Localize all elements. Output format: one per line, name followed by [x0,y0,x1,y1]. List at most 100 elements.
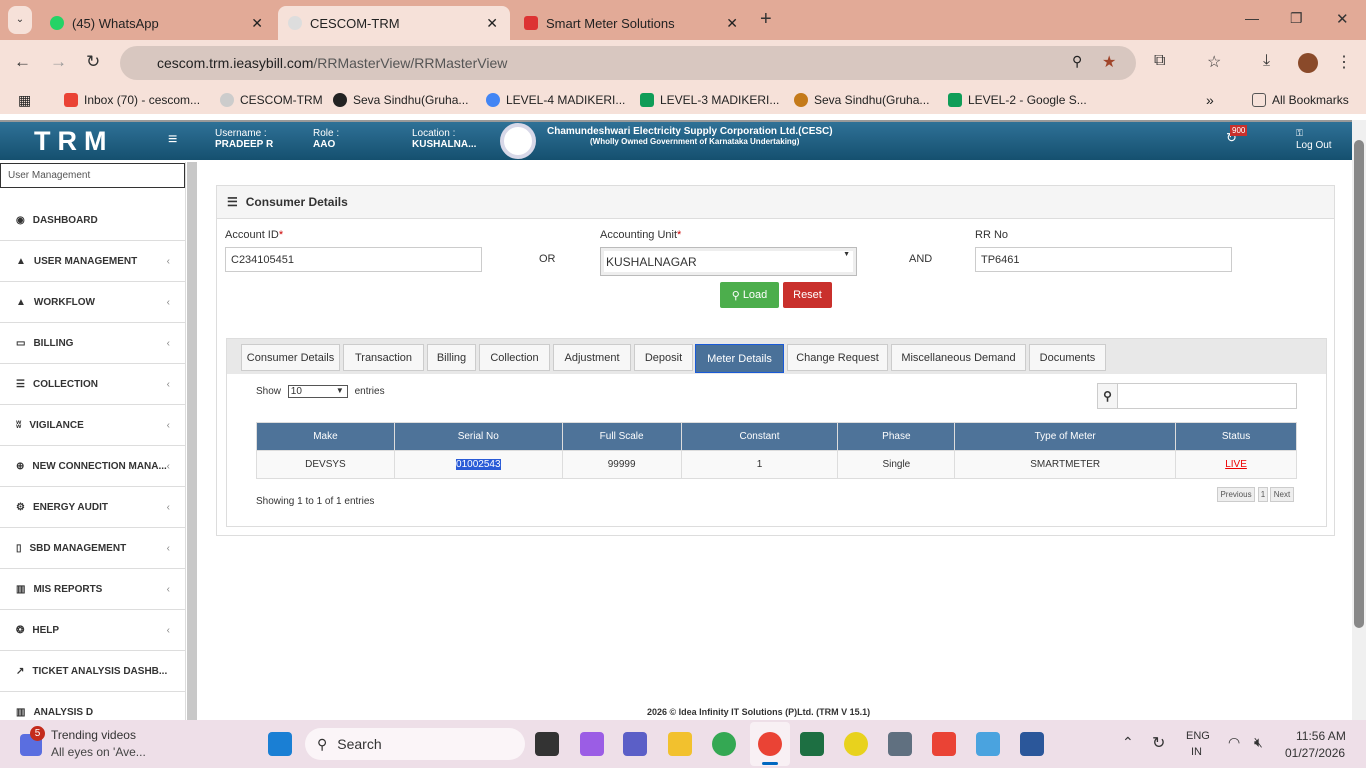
scrollbar-thumb[interactable] [1354,140,1364,628]
rr-no-input[interactable]: TP6461 [975,247,1232,272]
sidebar-item-energy-audit[interactable]: ⚙ ENERGY AUDIT ‹ [0,487,186,528]
status-link[interactable]: LIVE [1225,459,1247,470]
column-header[interactable]: Make [256,422,395,451]
taskbar-search[interactable]: ⚲ Search [305,728,525,760]
table-search-input[interactable] [1117,383,1297,409]
clock-date[interactable]: 01/27/2026 [1285,746,1345,760]
sidebar-item-sbd-management[interactable]: ▯ SBD MANAGEMENT ‹ [0,528,186,569]
column-header[interactable]: Full Scale [561,422,682,451]
volume-muted-icon[interactable]: 🔇︎ [1254,734,1263,751]
windows-start-icon[interactable] [268,732,292,756]
tab-consumer-details[interactable]: Consumer Details [241,344,340,371]
wifi-icon[interactable]: ◠ [1228,734,1240,751]
page-1-button[interactable]: 1 [1258,487,1268,502]
news-title[interactable]: Trending videos [51,728,136,742]
menu-icon[interactable]: ⋮ [1336,52,1352,72]
favorites-icon[interactable]: ☆ [1207,52,1221,72]
back-icon[interactable]: ← [14,52,31,72]
entries-select[interactable]: 10 ▼ [287,385,348,398]
download-icon[interactable]: ⤓ [1263,52,1270,70]
tab-transaction[interactable]: Transaction [343,344,424,371]
tab-billing[interactable]: Billing [427,344,476,371]
sidebar-item-vigilance[interactable]: ʬ VIGILANCE ‹ [0,405,186,446]
column-header[interactable]: Constant [680,422,839,451]
column-header[interactable]: Status [1175,422,1297,451]
hamburger-menu-icon[interactable]: ≡ [168,131,177,149]
sidebar-item-dashboard[interactable]: ◉ DASHBOARD [0,200,186,241]
accounting-unit-select[interactable]: KUSHALNAGAR ▼ [600,247,857,276]
bookmark[interactable]: LEVEL-3 MADIKERI... [640,93,779,107]
new-tab-button[interactable]: + [760,8,772,31]
account-id-input[interactable]: C234105451 [225,247,482,272]
tab-change-request[interactable]: Change Request [787,344,888,371]
column-header[interactable]: Serial No [393,422,563,451]
sidebar-item-user-management[interactable]: ▲ USER MANAGEMENT ‹ [0,241,186,282]
bookmark[interactable]: LEVEL-4 MADIKERI... [486,93,625,107]
sidebar-item-billing[interactable]: ▭ BILLING ‹ [0,323,186,364]
sidebar-item-ticket-analysis-dashb[interactable]: ↗ TICKET ANALYSIS DASHB... [0,651,186,692]
chrome-icon[interactable] [712,732,736,756]
app-icon[interactable] [844,732,868,756]
logout-button[interactable]: Log Out [1296,140,1332,151]
file-explorer-icon[interactable] [668,732,692,756]
profile-avatar[interactable] [1298,53,1318,73]
minimize-button[interactable]: — [1245,10,1259,26]
calculator-icon[interactable] [888,732,912,756]
sidebar-item-mis-reports[interactable]: ▥ MIS REPORTS ‹ [0,569,186,610]
language-indicator[interactable]: ENG [1186,730,1210,742]
close-tab-icon[interactable]: ✕ [486,15,498,32]
reload-icon[interactable]: ↻ [86,52,100,72]
tab-smart-meter[interactable]: Smart Meter Solutions ✕ [514,6,750,40]
show-hidden-icons[interactable]: ⌃ [1122,734,1134,751]
sidebar-search-input[interactable]: User Management [0,163,185,188]
tab-documents[interactable]: Documents [1029,344,1106,371]
reset-button[interactable]: Reset [783,282,832,308]
tab-miscellaneous-demand[interactable]: Miscellaneous Demand [891,344,1026,371]
sidebar-item-help[interactable]: ❂ HELP ‹ [0,610,186,651]
restore-button[interactable]: ❐ [1290,10,1303,27]
teams-icon[interactable] [623,732,647,756]
clock-time[interactable]: 11:56 AM [1296,729,1346,743]
tab-whatsapp[interactable]: (45) WhatsApp ✕ [40,6,275,40]
url-input[interactable]: cescom.trm.ieasybill.com/RRMasterView/RR… [120,46,1136,80]
tab-meter-details[interactable]: Meter Details [695,344,784,373]
bookmark[interactable]: LEVEL-2 - Google S... [948,93,1087,107]
load-button[interactable]: ⚲ Load [720,282,779,308]
bookmark-star-icon[interactable]: ★ [1102,52,1116,72]
next-page-button[interactable]: Next [1270,487,1294,502]
forward-icon[interactable]: → [50,52,67,72]
zoom-icon[interactable]: ⚲ [1072,53,1082,70]
more-bookmarks-icon[interactable]: » [1206,92,1214,108]
tab-deposit[interactable]: Deposit [634,344,693,371]
tab-collection[interactable]: Collection [479,344,550,371]
bookmark[interactable]: CESCOM-TRM [220,93,323,107]
bookmark[interactable]: Seva Sindhu(Gruha... [333,93,468,107]
close-tab-icon[interactable]: ✕ [251,15,263,32]
word-icon[interactable] [1020,732,1044,756]
column-header[interactable]: Phase [837,422,956,451]
app-icon[interactable] [976,732,1000,756]
task-view-icon[interactable] [535,732,559,756]
all-bookmarks[interactable]: All Bookmarks [1252,93,1349,107]
column-header[interactable]: Type of Meter [954,422,1177,451]
tab-adjustment[interactable]: Adjustment [553,344,631,371]
sidebar-scrollbar[interactable] [187,162,197,720]
close-window-button[interactable]: ✕ [1336,10,1349,28]
apps-icon[interactable]: ▦ [18,92,31,109]
previous-page-button[interactable]: Previous [1217,487,1255,502]
extensions-icon[interactable]: ⧉ [1154,52,1165,70]
excel-icon[interactable] [800,732,824,756]
sidebar-item-workflow[interactable]: ▲ WORKFLOW ‹ [0,282,186,323]
sync-icon[interactable]: ↻ [1152,733,1165,753]
copilot-icon[interactable] [580,732,604,756]
tab-cescom[interactable]: CESCOM-TRM ✕ [278,6,510,40]
tab-search-button[interactable]: ⌄ [8,6,32,34]
sidebar-item-new-connection-mana[interactable]: ⊕ NEW CONNECTION MANA... ‹ [0,446,186,487]
chrome-active-app[interactable] [750,722,790,766]
sidebar-item-collection[interactable]: ☰ COLLECTION ‹ [0,364,186,405]
page-scrollbar[interactable] [1352,120,1366,720]
close-tab-icon[interactable]: ✕ [726,15,738,32]
anydesk-icon[interactable] [932,732,956,756]
bookmark[interactable]: Inbox (70) - cescom... [64,93,200,107]
bookmark[interactable]: Seva Sindhu(Gruha... [794,93,929,107]
